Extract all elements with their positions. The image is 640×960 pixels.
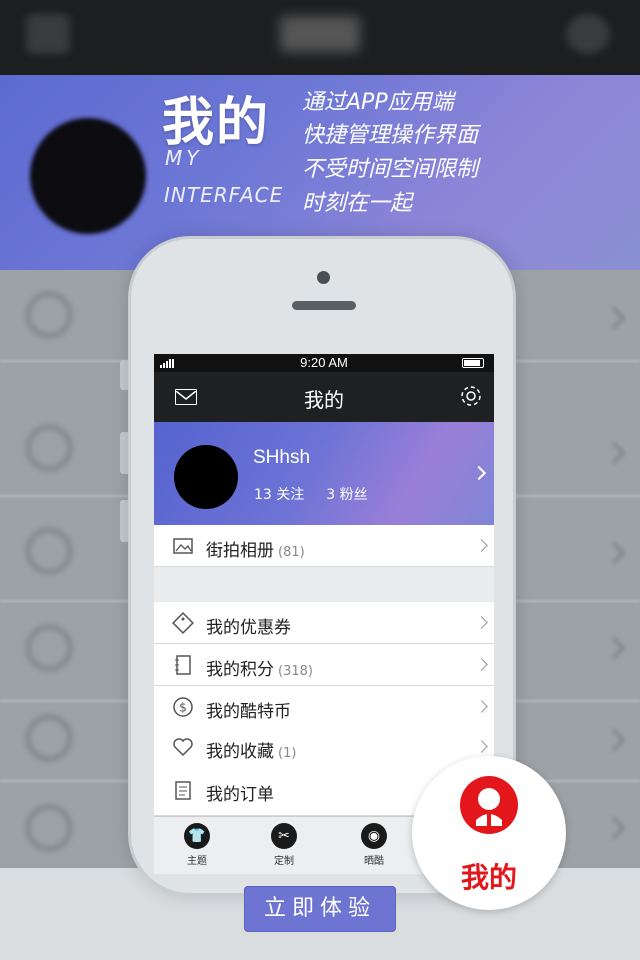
dollar-coin-icon: $ <box>172 696 194 718</box>
user-avatar-icon <box>460 776 518 834</box>
coupon-icon <box>172 612 194 634</box>
blurred-row-icon <box>26 425 72 471</box>
tab-showcase[interactable]: ◉ 晒酷 <box>344 823 404 867</box>
avatar[interactable] <box>174 445 238 509</box>
blurred-mail-icon <box>26 14 70 54</box>
menu-item-label: 我的优惠券 <box>206 618 291 638</box>
my-badge[interactable]: 我的 <box>412 756 566 910</box>
blurred-avatar <box>30 118 146 234</box>
chevron-right-icon <box>475 740 488 753</box>
profile-stats: 13 关注 3 粉丝 <box>254 484 390 504</box>
menu-item-label: 街拍相册 (81) <box>206 541 305 561</box>
chevron-right-icon <box>475 658 488 671</box>
gear-icon[interactable] <box>459 384 483 408</box>
section-gap <box>154 567 494 602</box>
blurred-row-icon <box>26 625 72 671</box>
menu-item-favorites[interactable]: 我的收藏 (1) <box>154 726 494 768</box>
menu-item-label: 我的酷特币 <box>206 702 291 722</box>
promo-slogan-line: 通过APP应用端 <box>302 90 454 115</box>
followers-count[interactable]: 3 粉丝 <box>326 487 367 503</box>
blurred-row-icon <box>26 715 72 761</box>
phone-speaker <box>292 301 356 310</box>
promo-slogan-line: 快捷管理操作界面 <box>302 123 479 148</box>
tab-customize[interactable]: ✂ 定制 <box>254 823 314 867</box>
menu-item-label: 我的积分 (318) <box>206 660 313 680</box>
menu-item-coolcoin[interactable]: $ 我的酷特币 <box>154 686 494 728</box>
promo-subtitle-interface: INTERFACE <box>164 183 284 207</box>
promo-subtitle-my: MY <box>165 146 203 170</box>
status-time: 9:20 AM <box>300 355 348 370</box>
badge-label: 我的 <box>460 861 517 894</box>
chevron-right-icon <box>475 616 488 629</box>
menu-item-label: 我的收藏 (1) <box>206 742 297 762</box>
status-bar: 9:20 AM <box>154 354 494 372</box>
camera-icon: ◉ <box>361 823 387 849</box>
promo-headline: 我的 <box>162 93 271 153</box>
following-count[interactable]: 13 关注 <box>254 487 304 503</box>
promo-slogan-line: 不受时间空间限制 <box>302 157 479 182</box>
menu-item-coupons[interactable]: 我的优惠券 <box>154 602 494 644</box>
username: SHhsh <box>253 447 311 468</box>
tab-label: 主题 <box>187 856 207 867</box>
blurred-row-icon <box>26 292 72 338</box>
blurred-gear-icon <box>566 14 610 54</box>
blurred-row-icon <box>26 528 72 574</box>
blurred-navbar <box>0 0 640 75</box>
menu-item-points[interactable]: 我的积分 (318) <box>154 644 494 686</box>
chevron-right-icon <box>475 700 488 713</box>
phone-camera <box>317 271 330 284</box>
chevron-right-icon <box>471 465 487 481</box>
notebook-icon <box>172 654 194 676</box>
menu-item-street-album[interactable]: 街拍相册 (81) <box>154 525 494 567</box>
promo-slogan-line: 时刻在一起 <box>302 191 413 216</box>
heart-icon <box>172 736 194 758</box>
chevron-right-icon <box>475 539 488 552</box>
profile-card[interactable]: SHhsh 13 关注 3 粉丝 <box>154 422 494 525</box>
shirt-icon: 👕 <box>184 823 210 849</box>
tab-label: 定制 <box>274 856 294 867</box>
photo-album-icon <box>172 535 194 557</box>
page-title: 我的 <box>304 388 344 412</box>
blurred-title <box>280 16 360 52</box>
menu-item-label: 我的订单 <box>206 785 274 805</box>
scissors-icon: ✂ <box>271 823 297 849</box>
tab-label: 晒酷 <box>364 856 384 867</box>
svg-text:$: $ <box>179 701 187 715</box>
nav-bar: 我的 <box>154 372 494 422</box>
blurred-row-icon <box>26 805 72 851</box>
battery-icon <box>462 358 484 368</box>
tab-theme[interactable]: 👕 主题 <box>167 823 227 867</box>
try-now-button[interactable]: 立即体验 <box>244 886 396 932</box>
clipboard-icon <box>172 779 194 801</box>
